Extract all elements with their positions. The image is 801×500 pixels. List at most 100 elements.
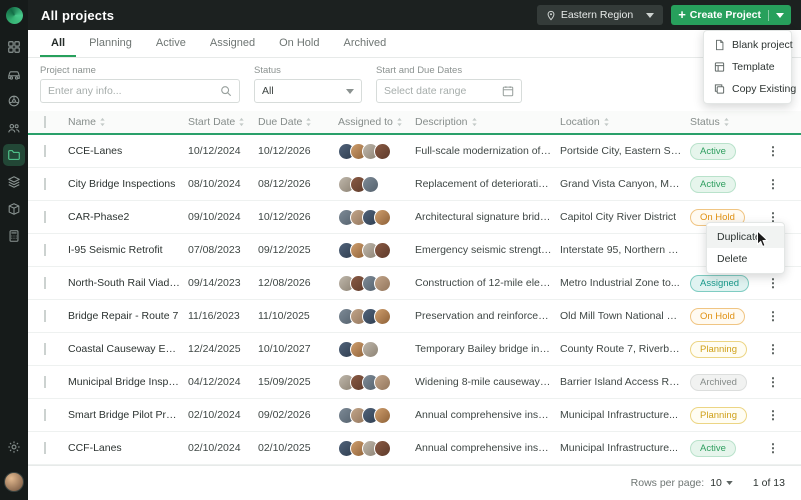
table-row[interactable]: Coastal Causeway Expansion12/24/202510/1…: [28, 333, 801, 366]
row-checkbox[interactable]: [44, 442, 46, 454]
project-location: Grand Vista Canyon, Mou...: [556, 178, 686, 190]
status-badge: On Hold: [690, 308, 745, 325]
chevron-down-icon[interactable]: [776, 13, 784, 18]
column-header-location[interactable]: Location: [556, 116, 686, 128]
row-checkbox[interactable]: [44, 211, 46, 223]
table-row[interactable]: I-95 Seismic Retrofit07/08/202309/12/202…: [28, 234, 801, 267]
assignee-avatars[interactable]: [338, 308, 407, 325]
sort-icon[interactable]: [305, 117, 312, 127]
row-menu-button[interactable]: ⋮: [765, 408, 779, 422]
assignee-avatars[interactable]: [338, 209, 407, 226]
sort-icon[interactable]: [603, 117, 610, 127]
sidebar-item-inventory[interactable]: [3, 198, 25, 220]
file-icon: [714, 39, 725, 51]
tab-archived[interactable]: Archived: [332, 30, 397, 57]
sidebar-item-vehicles[interactable]: [3, 63, 25, 85]
row-checkbox[interactable]: [44, 244, 46, 256]
rows-per-page-select[interactable]: 10: [710, 477, 733, 489]
table-row[interactable]: CCF-Lanes02/10/202402/10/2025Annual comp…: [28, 432, 801, 465]
project-description: Emergency seismic strengtheni...: [411, 244, 556, 256]
tab-all[interactable]: All: [40, 30, 76, 57]
sidebar-item-team[interactable]: [3, 117, 25, 139]
sidebar-item-reports[interactable]: [3, 225, 25, 247]
row-menu-button[interactable]: ⋮: [765, 342, 779, 356]
sidebar-item-settings[interactable]: [3, 436, 25, 458]
app-window: All projects Eastern Region + Create Pro…: [0, 0, 801, 500]
sort-icon[interactable]: [99, 117, 106, 127]
column-header-assigned-to[interactable]: Assigned to: [334, 116, 411, 128]
row-menu-button[interactable]: ⋮: [765, 309, 779, 323]
table-row[interactable]: Smart Bridge Pilot Project02/10/202409/0…: [28, 399, 801, 432]
project-name: City Bridge Inspections: [64, 178, 184, 190]
tab-planning[interactable]: Planning: [78, 30, 143, 57]
row-checkbox[interactable]: [44, 310, 46, 322]
tab-active[interactable]: Active: [145, 30, 197, 57]
table-row[interactable]: Municipal Bridge Inspection04/12/202415/…: [28, 366, 801, 399]
sidebar-item-layers[interactable]: [3, 171, 25, 193]
assignee-avatars[interactable]: [338, 242, 407, 259]
date-range-field[interactable]: Select date range: [376, 79, 522, 103]
table-header: NameStart DateDue DateAssigned toDescrip…: [28, 111, 801, 135]
column-header-status[interactable]: Status: [686, 116, 761, 128]
assignee-avatars[interactable]: [338, 143, 407, 160]
project-name: Municipal Bridge Inspection: [64, 376, 184, 388]
sort-icon[interactable]: [471, 117, 478, 127]
assignee-avatars[interactable]: [338, 341, 407, 358]
row-checkbox[interactable]: [44, 409, 46, 421]
due-date: 10/12/2026: [254, 145, 334, 157]
table-row[interactable]: CCE-Lanes10/12/202410/12/2026Full-scale …: [28, 135, 801, 168]
create-project-button[interactable]: + Create Project: [671, 5, 791, 25]
context-menu-item-delete[interactable]: Delete: [707, 248, 784, 270]
row-checkbox[interactable]: [44, 145, 46, 157]
tab-assigned[interactable]: Assigned: [199, 30, 266, 57]
assignee-avatars[interactable]: [338, 275, 407, 292]
sort-icon[interactable]: [396, 117, 403, 127]
table-row[interactable]: Bridge Repair - Route 711/16/202311/10/2…: [28, 300, 801, 333]
app-logo[interactable]: [6, 7, 23, 24]
column-header-name[interactable]: Name: [64, 116, 184, 128]
button-divider: [768, 10, 769, 21]
select-all-checkbox[interactable]: [44, 116, 46, 128]
search-icon: [220, 85, 232, 97]
column-header-start-date[interactable]: Start Date: [184, 116, 254, 128]
table-row[interactable]: North-South Rail Viaduct09/14/202312/08/…: [28, 267, 801, 300]
row-menu-button[interactable]: ⋮: [765, 276, 779, 290]
row-menu-button[interactable]: ⋮: [765, 441, 779, 455]
column-header-description[interactable]: Description: [411, 116, 556, 128]
sidebar-item-projects[interactable]: [3, 144, 25, 166]
assignee-avatars[interactable]: [338, 374, 407, 391]
user-avatar[interactable]: [4, 472, 24, 492]
context-menu-item-duplicate[interactable]: Duplicate: [707, 226, 784, 248]
project-description: Construction of 12-mile elevate...: [411, 277, 556, 289]
row-menu-button[interactable]: ⋮: [765, 144, 779, 158]
assignee-avatars[interactable]: [338, 176, 407, 193]
sort-icon[interactable]: [238, 117, 245, 127]
column-header-due-date[interactable]: Due Date: [254, 116, 334, 128]
status-select[interactable]: All: [254, 79, 362, 103]
sort-icon[interactable]: [723, 117, 730, 127]
project-location: Municipal Infrastructure...: [556, 442, 686, 454]
table-row[interactable]: City Bridge Inspections08/10/202408/12/2…: [28, 168, 801, 201]
assignee-avatars[interactable]: [338, 440, 407, 457]
menu-item-template[interactable]: Template: [704, 56, 791, 78]
filter-label: Status: [254, 65, 362, 76]
row-menu-button[interactable]: ⋮: [765, 177, 779, 191]
sidebar: [0, 0, 28, 500]
start-date: 12/24/2025: [184, 343, 254, 355]
tab-on-hold[interactable]: On Hold: [268, 30, 330, 57]
project-name-input[interactable]: [48, 85, 220, 97]
menu-item-copy-existing[interactable]: Copy Existing: [704, 78, 791, 100]
layers-icon: [7, 175, 21, 189]
project-name: CCE-Lanes: [64, 145, 184, 157]
row-checkbox[interactable]: [44, 277, 46, 289]
row-menu-button[interactable]: ⋮: [765, 375, 779, 389]
table-row[interactable]: CAR-Phase209/10/202410/12/2026Architectu…: [28, 201, 801, 234]
row-checkbox[interactable]: [44, 376, 46, 388]
row-checkbox[interactable]: [44, 178, 46, 190]
row-checkbox[interactable]: [44, 343, 46, 355]
menu-item-blank-project[interactable]: Blank project: [704, 34, 791, 56]
assignee-avatars[interactable]: [338, 407, 407, 424]
sidebar-item-operations[interactable]: [3, 90, 25, 112]
region-selector[interactable]: Eastern Region: [537, 5, 663, 25]
sidebar-item-dashboard[interactable]: [3, 36, 25, 58]
